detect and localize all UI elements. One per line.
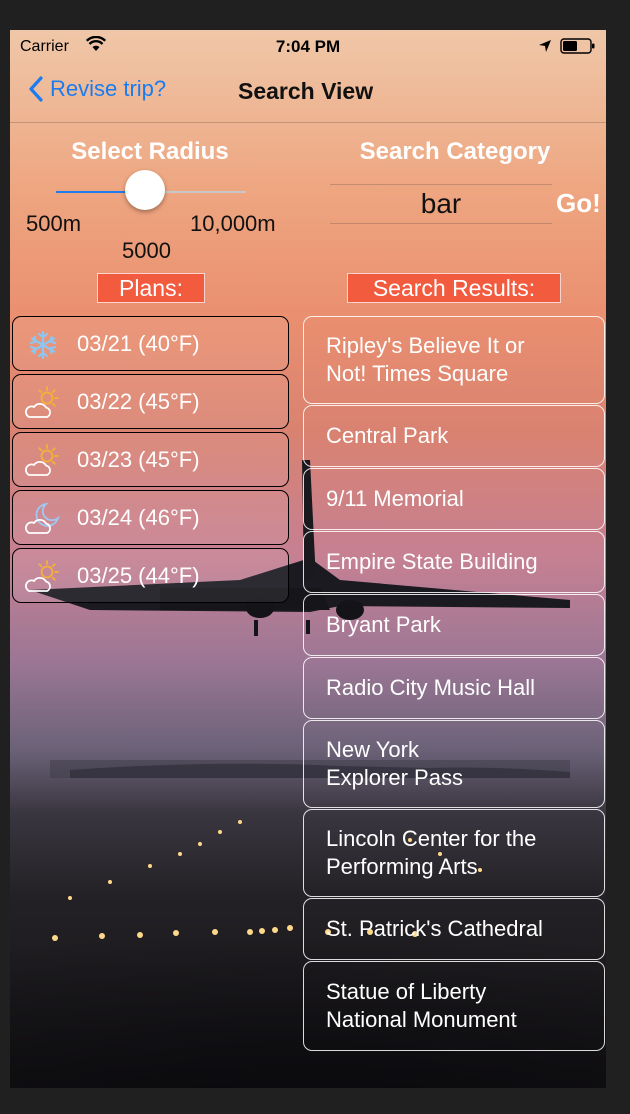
location-arrow-icon (539, 40, 551, 52)
search-results-heading: Search Results: (347, 273, 561, 303)
select-radius-heading: Select Radius (71, 138, 229, 165)
plan-label: 03/24 (46°F) (77, 505, 200, 530)
partly-sunny-icon (25, 386, 59, 418)
result-label: Lincoln Center for the Performing Arts (326, 826, 537, 879)
result-item-central-park[interactable]: Central Park (303, 405, 605, 467)
plan-label: 03/22 (45°F) (77, 389, 200, 414)
plan-item-0325[interactable]: 03/25 (44°F) (12, 548, 289, 603)
result-item-st-patricks[interactable]: St. Patrick's Cathedral (303, 898, 605, 960)
result-item-911-memorial[interactable]: 9/11 Memorial (303, 468, 605, 530)
result-item-bryant-park[interactable]: Bryant Park (303, 594, 605, 656)
plan-label: 03/25 (44°F) (77, 563, 200, 588)
plan-item-0323[interactable]: 03/23 (45°F) (12, 432, 289, 487)
radius-value-label: 5000 (122, 238, 171, 263)
plan-item-0324[interactable]: 03/24 (46°F) (12, 490, 289, 545)
result-item-empire-state[interactable]: Empire State Building (303, 531, 605, 593)
search-category-heading: Search Category (359, 138, 551, 165)
plan-item-0321[interactable]: 03/21 (40°F) (12, 316, 289, 371)
result-label: Central Park (326, 423, 449, 448)
result-item-lincoln-center[interactable]: Lincoln Center for the Performing Arts (303, 809, 605, 897)
search-category-input[interactable] (330, 184, 552, 224)
revise-trip-back-button[interactable]: Revise trip? (28, 76, 166, 102)
back-button-label: Revise trip? (50, 76, 167, 101)
status-bar: Carrier 7:04 PM (10, 30, 606, 62)
result-label: Empire State Building (326, 549, 538, 574)
page-title: Search View (238, 78, 374, 104)
navigation-bar: Revise trip? Search View (10, 62, 606, 123)
go-button[interactable]: Go! (556, 188, 601, 219)
plan-label: 03/23 (45°F) (77, 447, 200, 472)
result-item-ripleys[interactable]: Ripley's Believe It or Not! Times Square (303, 316, 605, 404)
result-item-radio-city[interactable]: Radio City Music Hall (303, 657, 605, 719)
plan-item-0322[interactable]: 03/22 (45°F) (12, 374, 289, 429)
clock: 7:04 PM (275, 37, 341, 56)
result-label: New York Explorer Pass (326, 737, 463, 790)
result-item-statue-of-liberty[interactable]: Statue of Liberty National Monument (303, 961, 605, 1051)
plan-label: 03/21 (40°F) (77, 331, 200, 356)
result-label: 9/11 Memorial (326, 486, 464, 511)
result-label: Statue of Liberty National Monument (326, 979, 517, 1032)
partly-sunny-icon (25, 560, 59, 592)
chevron-left-icon (29, 76, 43, 102)
result-item-explorer-pass[interactable]: New York Explorer Pass (303, 720, 605, 808)
result-label: Ripley's Believe It or Not! Times Square (326, 333, 525, 386)
radius-max-label: 10,000m (190, 211, 276, 236)
radius-slider-thumb[interactable] (125, 170, 166, 210)
result-label: Bryant Park (326, 612, 441, 637)
snowflake-icon (29, 330, 57, 360)
result-label: St. Patrick's Cathedral (326, 916, 543, 941)
app-screen: Carrier 7:04 PM Revise trip? Search View… (10, 30, 606, 1088)
result-label: Radio City Music Hall (326, 675, 536, 700)
radius-min-label: 500m (26, 211, 82, 236)
moon-cloud-icon (25, 502, 60, 534)
battery-icon (560, 38, 595, 54)
plans-heading: Plans: (97, 273, 205, 303)
partly-sunny-icon (25, 444, 59, 476)
